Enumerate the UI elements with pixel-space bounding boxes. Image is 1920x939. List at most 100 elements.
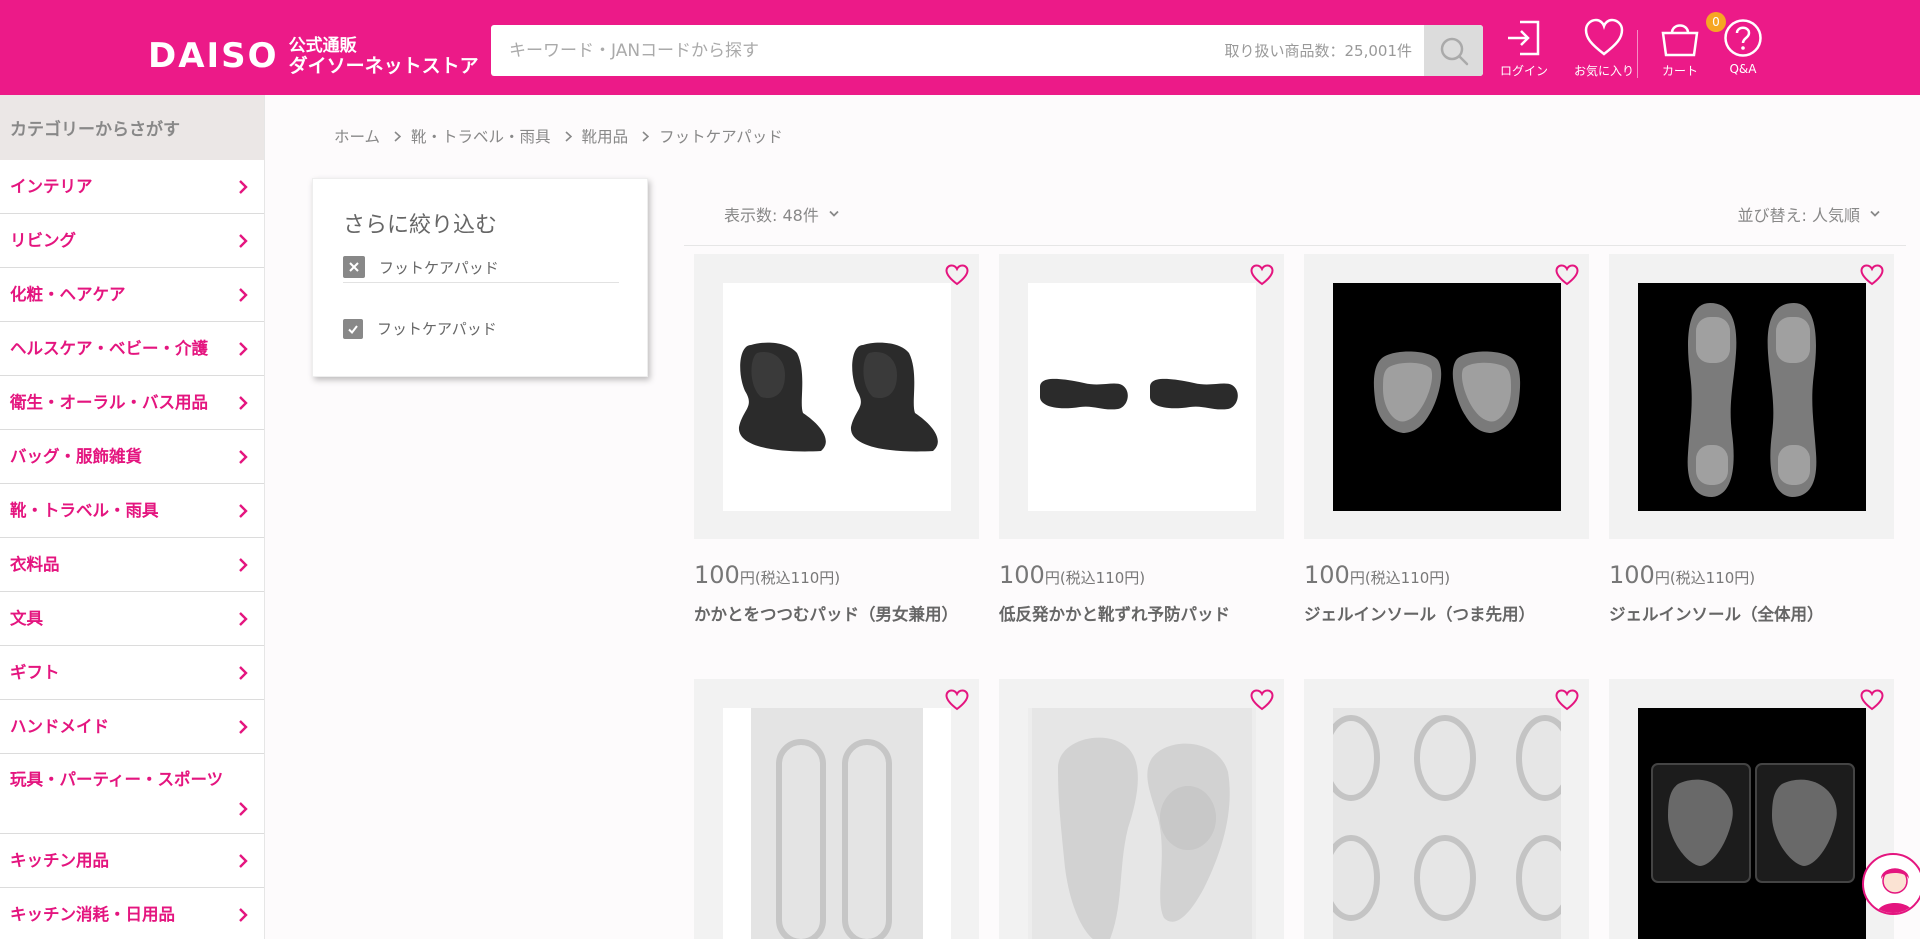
sidebar-category-item[interactable]: インテリア: [0, 160, 264, 214]
cart-label: カート: [1661, 64, 1698, 78]
filter-option-label: フットケアパッド: [377, 320, 497, 338]
toe-gel-insole-image: [1373, 351, 1521, 433]
breadcrumb: ホーム 靴・トラベル・雨具 靴用品 フットケアパッド: [334, 125, 783, 147]
sidebar-category-item[interactable]: ヘルスケア・ベビー・介護: [0, 322, 264, 376]
sidebar-category-item[interactable]: リビング: [0, 214, 264, 268]
logo-sub-line2: ダイソーネットストア: [288, 55, 479, 77]
sidebar-category-item[interactable]: ハンドメイド: [0, 700, 264, 754]
product-card[interactable]: [999, 679, 1284, 939]
product-image: [1028, 283, 1256, 511]
login-link[interactable]: ログイン: [1500, 18, 1548, 79]
site-logo[interactable]: DAISO 公式通販 ダイソーネットストア: [148, 32, 479, 80]
chevron-right-icon: [239, 395, 248, 410]
product-name[interactable]: ジェルインソール（全体用）: [1609, 601, 1894, 625]
close-icon: [343, 256, 365, 278]
favorite-heart-icon[interactable]: [945, 264, 969, 290]
search-icon: [1440, 37, 1468, 65]
oval-gel-pad-image: [1333, 708, 1561, 939]
sidebar-category-item[interactable]: キッチン用品: [0, 834, 264, 888]
product-name[interactable]: ジェルインソール（つま先用）: [1304, 601, 1589, 625]
sidebar-category-item[interactable]: 化粧・ヘアケア: [0, 268, 264, 322]
product-thumbnail[interactable]: [999, 679, 1284, 939]
logo-wordmark: DAISO: [148, 36, 279, 76]
product-card[interactable]: 100 円 (税込110円) ジェルインソール（全体用）: [1609, 254, 1894, 625]
sidebar-category-item[interactable]: 衣料品: [0, 538, 264, 592]
product-thumbnail[interactable]: [694, 254, 979, 539]
search-button[interactable]: [1424, 25, 1483, 76]
favorite-heart-icon[interactable]: [1250, 689, 1274, 715]
product-thumbnail[interactable]: [1609, 679, 1894, 939]
chevron-right-icon: [239, 287, 248, 302]
sidebar-category-item[interactable]: 玩具・パーティー・スポーツ: [0, 754, 264, 834]
sidebar-category-item[interactable]: ギフト: [0, 646, 264, 700]
product-name[interactable]: 低反発かかと靴ずれ予防パッド: [999, 601, 1284, 625]
chevron-right-icon: [239, 665, 248, 680]
sidebar-category-label: リビング: [10, 230, 76, 250]
product-price: 100 円 (税込110円): [694, 561, 979, 589]
display-count-select[interactable]: 表示数: 48件: [724, 202, 839, 226]
sidebar-category-label: ハンドメイド: [10, 716, 109, 736]
logo-sub-line1: 公式通販: [288, 36, 357, 56]
chevron-right-icon: [239, 719, 248, 734]
sidebar-category-label: 化粧・ヘアケア: [10, 284, 126, 304]
product-price: 100 円 (税込110円): [1304, 561, 1589, 589]
product-thumbnail[interactable]: [999, 254, 1284, 539]
sidebar-category-item[interactable]: 文具: [0, 592, 264, 646]
sidebar-category-item[interactable]: 靴・トラベル・雨具: [0, 484, 264, 538]
login-label: ログイン: [1500, 64, 1549, 78]
login-icon: [1508, 20, 1540, 56]
assistant-avatar-icon: [1876, 868, 1914, 913]
product-thumbnail[interactable]: [694, 679, 979, 939]
search-input[interactable]: [491, 25, 1225, 76]
filter-divider: [343, 282, 619, 283]
sidebar-category-item[interactable]: キッチン消耗・日用品: [0, 888, 264, 939]
product-thumbnail[interactable]: [1609, 254, 1894, 539]
favorite-heart-icon[interactable]: [1250, 264, 1274, 290]
product-thumbnail[interactable]: [1304, 254, 1589, 539]
sort-label: 並び替え: 人気順: [1737, 206, 1860, 225]
chat-assistant-button[interactable]: [1862, 853, 1920, 915]
refine-panel: さらに絞り込む フットケアパッド フットケアパッド: [312, 178, 648, 377]
favorites-link[interactable]: お気に入り: [1574, 18, 1634, 79]
product-name[interactable]: かかとをつつむパッド（男女兼用）: [694, 601, 979, 625]
header-divider: [1637, 30, 1638, 78]
chevron-down-icon: [829, 210, 839, 217]
chevron-right-icon: [239, 611, 248, 626]
product-card[interactable]: 100 円 (税込110円) かかとをつつむパッド（男女兼用）: [694, 254, 979, 625]
active-filter-remove[interactable]: フットケアパッド: [343, 256, 499, 278]
favorite-heart-icon[interactable]: [1555, 264, 1579, 290]
breadcrumb-item[interactable]: 靴・トラベル・雨具: [411, 125, 551, 147]
chevron-right-icon: [239, 449, 248, 464]
favorite-heart-icon[interactable]: [1860, 689, 1884, 715]
product-card[interactable]: [1609, 679, 1894, 939]
search-bar: 取り扱い商品数：25,001件: [491, 25, 1483, 76]
sidebar-category-item[interactable]: バッグ・服飾雑貨: [0, 430, 264, 484]
cart-link[interactable]: 0 カート: [1658, 12, 1726, 79]
product-card[interactable]: 100 円 (税込110円) 低反発かかと靴ずれ予防パッド: [999, 254, 1284, 625]
product-price: 100 円 (税込110円): [1609, 561, 1894, 589]
qa-link[interactable]: Q&A: [1723, 18, 1763, 76]
breadcrumb-item[interactable]: 靴用品: [582, 125, 629, 147]
product-card[interactable]: 100 円 (税込110円) ジェルインソール（つま先用）: [1304, 254, 1589, 625]
price-value: 100: [694, 561, 740, 589]
price-value: 100: [1609, 561, 1655, 589]
chevron-right-icon: [239, 802, 248, 816]
sidebar-category-item[interactable]: 衛生・オーラル・バス用品: [0, 376, 264, 430]
cart-icon: [1661, 24, 1699, 57]
filter-checkbox[interactable]: フットケアパッド: [343, 318, 497, 339]
breadcrumb-item[interactable]: ホーム: [334, 125, 380, 147]
sort-select[interactable]: 並び替え: 人気順: [1738, 202, 1880, 226]
favorite-heart-icon[interactable]: [1555, 689, 1579, 715]
product-count: 取り扱い商品数：25,001件: [1224, 42, 1413, 60]
product-card[interactable]: [694, 679, 979, 939]
checkbox-checked-icon: [343, 318, 363, 339]
favorite-heart-icon[interactable]: [945, 689, 969, 715]
heart-icon: [1584, 18, 1624, 56]
product-card[interactable]: [1304, 679, 1589, 939]
product-image: [1333, 283, 1561, 511]
product-thumbnail[interactable]: [1304, 679, 1589, 939]
favorite-heart-icon[interactable]: [1860, 264, 1884, 290]
chevron-right-icon: [239, 907, 248, 922]
chevron-right-icon: [239, 557, 248, 572]
chevron-down-icon: [1870, 210, 1880, 217]
